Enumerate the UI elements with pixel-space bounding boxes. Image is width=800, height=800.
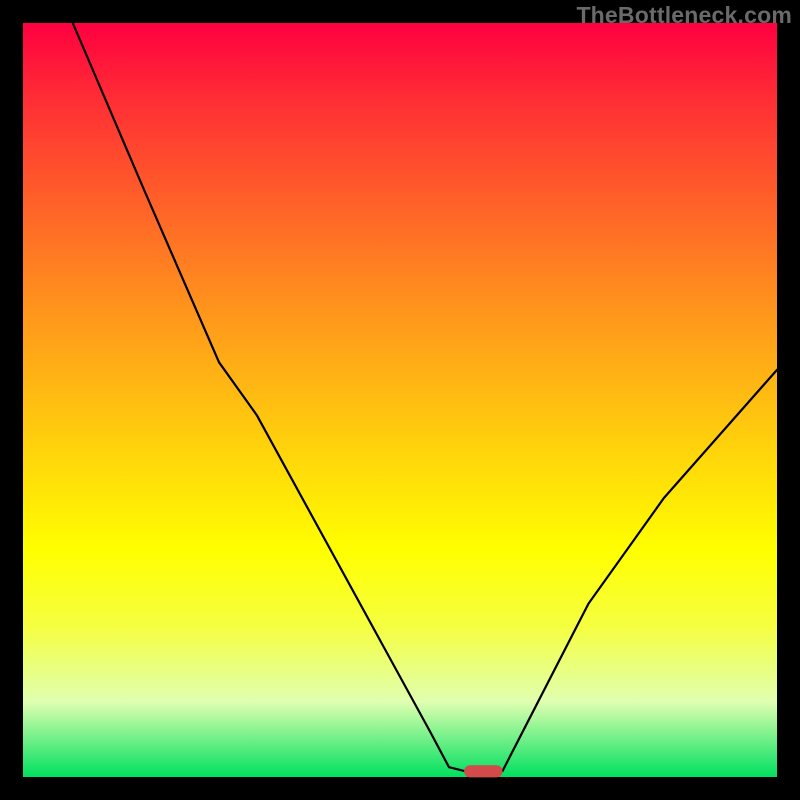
chart-container: TheBottleneck.com (0, 0, 800, 800)
watermark-text: TheBottleneck.com (576, 2, 792, 29)
chart-overlay (23, 23, 777, 777)
optimal-marker (464, 765, 502, 777)
bottleneck-curve (73, 23, 777, 771)
